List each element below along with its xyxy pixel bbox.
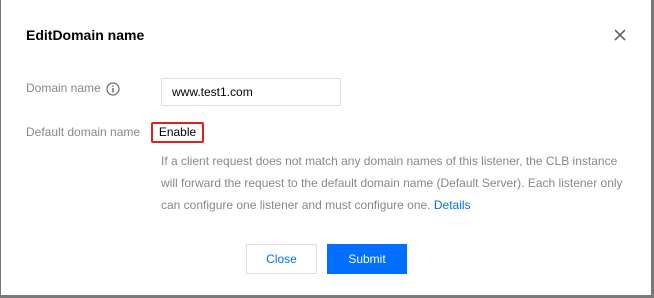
close-button[interactable]: Close xyxy=(246,244,317,274)
details-link[interactable]: Details xyxy=(434,198,471,212)
info-circle-icon[interactable] xyxy=(106,82,120,96)
default-domain-description: If a client request does not match any d… xyxy=(161,150,631,216)
close-icon[interactable] xyxy=(612,27,628,43)
default-domain-status: Enable xyxy=(151,122,204,143)
domain-name-label-row: Domain name xyxy=(26,81,120,96)
edit-domain-dialog: EditDomain name Domain name Default doma… xyxy=(1,0,651,295)
domain-name-input[interactable] xyxy=(161,78,341,106)
dialog-title: EditDomain name xyxy=(26,27,145,43)
domain-name-label: Domain name xyxy=(26,81,101,95)
default-domain-label: Default domain name xyxy=(26,125,141,139)
description-text: If a client request does not match any d… xyxy=(161,154,623,212)
submit-button[interactable]: Submit xyxy=(327,244,407,274)
